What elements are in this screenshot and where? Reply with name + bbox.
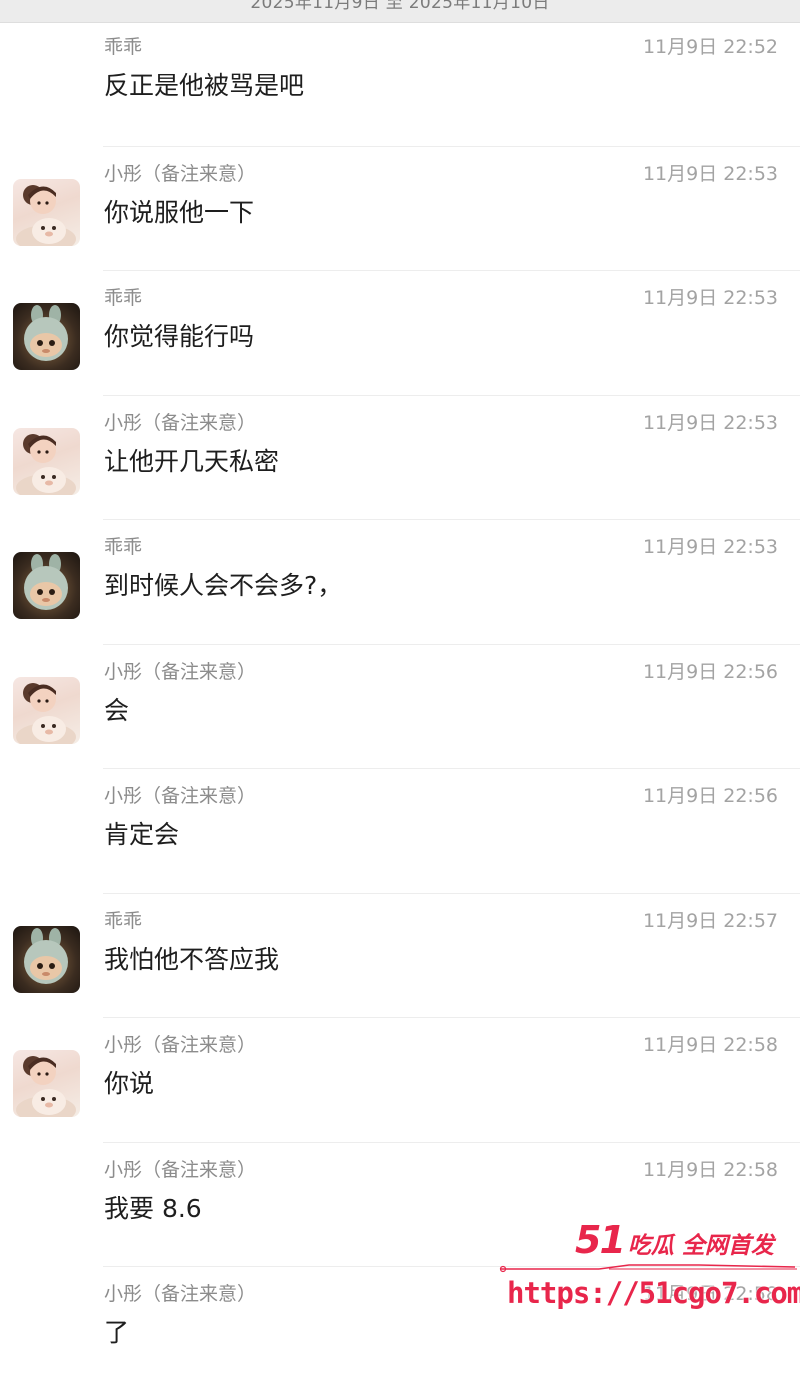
message-text: 我要 8.6 bbox=[104, 1193, 202, 1223]
message-text: 肯定会 bbox=[104, 820, 180, 849]
girl-avatar[interactable] bbox=[13, 676, 80, 744]
message-text: 你觉得能行吗 bbox=[104, 322, 255, 351]
message-time: 11月9日 22:56 bbox=[642, 785, 778, 807]
message-time: 11月9日 22:58 bbox=[642, 1034, 778, 1056]
sender-name: 小彤（备注来意） bbox=[104, 162, 257, 185]
message-text: 你说服他一下 bbox=[104, 197, 255, 227]
sender-name: 乖乖 bbox=[104, 287, 143, 309]
message-time: 11月9日 22:53 bbox=[642, 411, 778, 434]
toy-avatar[interactable] bbox=[13, 303, 80, 370]
sender-name: 小彤（备注来意） bbox=[104, 1158, 257, 1181]
girl-avatar[interactable] bbox=[13, 178, 80, 246]
message-row[interactable]: 乖乖 11月9日 22:52 反正是他被骂是吧 bbox=[0, 22, 800, 147]
message-row[interactable]: 小彤（备注来意） 11月9日 22:53 让他开几天私密 bbox=[0, 396, 800, 520]
watermark-brand-text: 吃瓜 全网首发 bbox=[627, 1233, 774, 1259]
message-row[interactable]: 乖乖 11月9日 22:57 我怕他不答应我 bbox=[0, 894, 800, 1018]
message-time: 11月9日 22:58 bbox=[642, 1158, 778, 1181]
sender-name: 小彤（备注来意） bbox=[104, 1034, 257, 1056]
message-text: 你说 bbox=[104, 1069, 155, 1098]
message-row[interactable]: 乖乖 11月9日 22:53 你觉得能行吗 bbox=[0, 271, 800, 396]
message-time: 11月9日 22:56 bbox=[642, 660, 778, 683]
message-row[interactable]: 小彤（备注来意） 11月9日 22:56 会 bbox=[0, 645, 800, 769]
sender-name: 乖乖 bbox=[104, 909, 143, 932]
date-range-bar: 2025年11月9日 至 2025年11月10日 bbox=[0, 0, 800, 23]
watermark-url: https://51cgo7.com bbox=[507, 1276, 800, 1310]
message-row[interactable]: 小彤（备注来意） 11月9日 22:56 肯定会 bbox=[0, 769, 800, 894]
watermark-brand-number: 51 bbox=[575, 1218, 626, 1262]
message-text: 了 bbox=[104, 1318, 130, 1347]
message-time: 11月9日 22:57 bbox=[642, 909, 778, 932]
toy-avatar[interactable] bbox=[13, 552, 80, 619]
sender-name: 乖乖 bbox=[104, 36, 143, 58]
girl-avatar[interactable] bbox=[13, 1050, 80, 1117]
sender-name: 小彤（备注来意） bbox=[104, 411, 257, 434]
message-row[interactable]: 小彤（备注来意） 11月9日 22:58 你说 bbox=[0, 1018, 800, 1143]
message-text: 我怕他不答应我 bbox=[104, 944, 280, 974]
watermark-brand: 51 吃瓜 全网首发 bbox=[575, 1218, 774, 1262]
message-row[interactable]: 小彤（备注来意） 11月9日 22:53 你说服他一下 bbox=[0, 147, 800, 271]
message-list[interactable]: 乖乖 11月9日 22:52 反正是他被骂是吧 小彤（备注来意） 11月9日 2… bbox=[0, 22, 800, 1392]
date-range-label: 2025年11月9日 至 2025年11月10日 bbox=[250, 0, 550, 13]
sender-name: 小彤（备注来意） bbox=[104, 1283, 257, 1305]
watermark-swoosh-icon bbox=[499, 1264, 797, 1273]
sender-name: 乖乖 bbox=[104, 536, 143, 558]
site-watermark: 51 吃瓜 全网首发 https://51cgo7.com bbox=[495, 1212, 800, 1325]
message-time: 11月9日 22:53 bbox=[642, 162, 778, 185]
message-time: 11月9日 22:52 bbox=[642, 36, 778, 58]
message-text: 会 bbox=[104, 695, 130, 725]
girl-avatar[interactable] bbox=[13, 427, 80, 495]
sender-name: 小彤（备注来意） bbox=[104, 785, 257, 807]
message-row[interactable]: 乖乖 11月9日 22:53 到时候人会不会多?， bbox=[0, 520, 800, 645]
toy-avatar[interactable] bbox=[13, 925, 80, 993]
message-text: 反正是他被骂是吧 bbox=[104, 71, 305, 100]
message-text: 让他开几天私密 bbox=[104, 446, 280, 476]
sender-name: 小彤（备注来意） bbox=[104, 660, 257, 683]
message-time: 11月9日 22:53 bbox=[642, 287, 778, 309]
message-text: 到时候人会不会多?， bbox=[104, 571, 343, 600]
message-time: 11月9日 22:53 bbox=[642, 536, 778, 558]
